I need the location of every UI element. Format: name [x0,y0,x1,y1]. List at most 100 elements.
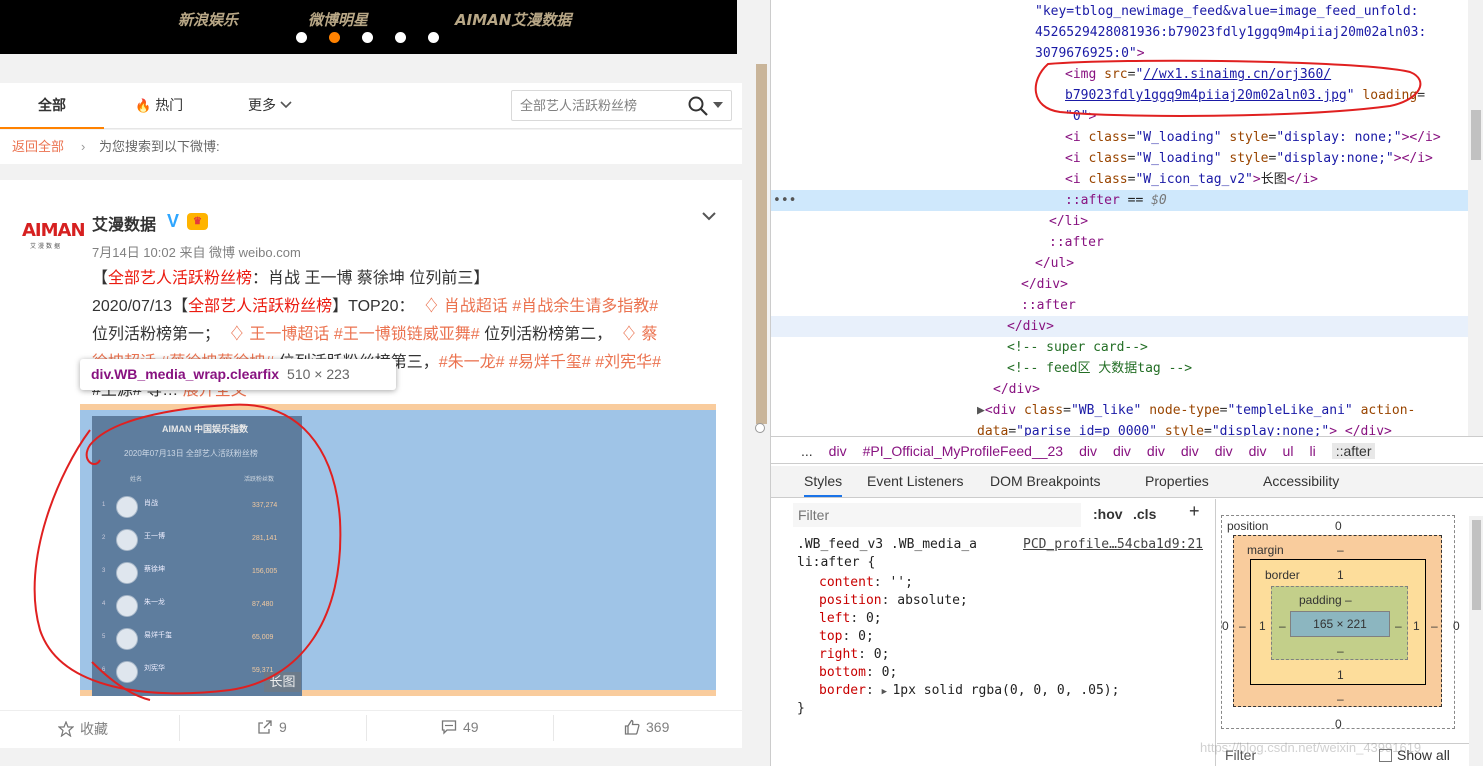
topic-link[interactable]: ♢ 肖战超话 [423,298,507,315]
breadcrumb-item[interactable]: ... [801,443,813,459]
styles-scrollbar[interactable] [1469,516,1483,766]
position-top-value[interactable]: 0 [1335,519,1342,533]
topic-link[interactable]: ♢ 蔡 [621,326,657,343]
dom-node-line[interactable]: 4526529428081936:b79023fdly1ggq9m4piiaj2… [771,22,1468,43]
position-left-value[interactable]: 0 [1222,619,1229,633]
breadcrumb-item[interactable]: div [829,443,847,459]
tab-event-listeners[interactable]: Event Listeners [867,466,964,497]
selected-node-line[interactable]: ::after == $0 [771,190,1468,211]
comment-button[interactable]: 49 [441,719,479,735]
forward-button[interactable]: 9 [257,719,287,735]
post-menu-chevron-icon[interactable] [701,208,717,224]
padding-right-value[interactable]: – [1395,619,1402,633]
dom-node-line[interactable]: <img src="//wx1.sinaimg.cn/orj360/ [771,64,1468,85]
top-banner[interactable]: 新浪娱乐 微博明星 AIMAN艾漫数据 [0,0,737,54]
dom-node-line[interactable]: b79023fdly1ggq9m4piiaj20m02aln03.jpg" lo… [771,85,1468,106]
carousel-dot[interactable] [428,32,439,43]
breadcrumb-item[interactable]: #PI_Official_MyProfileFeed__23 [863,443,1064,459]
css-declaration[interactable]: position: absolute; [819,592,968,610]
dom-node-line[interactable]: 3079676925:0"> [771,43,1468,64]
tab-all[interactable]: 全部 [0,83,104,129]
breadcrumb-item[interactable]: div [1113,443,1131,459]
hashtag-link[interactable]: #朱一龙# [439,354,505,371]
like-button[interactable]: 369 [624,719,669,735]
css-declaration[interactable]: bottom: 0; [819,664,897,682]
border-top-value[interactable]: 1 [1337,568,1344,582]
dom-node-line[interactable]: <i class="W_icon_tag_v2">长图</i> [771,169,1468,190]
position-right-value[interactable]: 0 [1453,619,1460,633]
avatar[interactable]: AIMAN 艾漫数据 [22,220,86,250]
tab-accessibility[interactable]: Accessibility [1263,466,1339,497]
dom-node-line[interactable]: </div> [771,274,1468,295]
scroll-thumb[interactable] [1471,110,1481,160]
elements-tree[interactable]: "key=tblog_newimage_feed&value=image_fee… [771,0,1468,439]
breadcrumb-item[interactable]: div [1181,443,1199,459]
carousel-dot-active[interactable] [329,32,340,43]
margin-top-value[interactable]: – [1337,543,1344,557]
ellipsis-icon[interactable]: ••• [773,190,796,211]
favorite-button[interactable]: 收藏 [58,719,108,739]
rule-source-link[interactable]: PCD_profile…54cba1d9:21 [1023,536,1203,554]
scroll-knob[interactable] [755,423,765,433]
breadcrumb-item[interactable]: div [1249,443,1267,459]
rule-selector[interactable]: .WB_feed_v3 .WB_media_a [797,536,977,554]
keyword-link[interactable]: 全部艺人活跃粉丝榜 [108,270,252,287]
search-dropdown-icon[interactable] [713,102,723,108]
dom-node-line[interactable]: </div> [771,316,1468,337]
css-declaration[interactable]: right: 0; [819,646,889,664]
dom-node-line[interactable]: </li> [771,211,1468,232]
dom-node-line[interactable]: <i class="W_loading" style="display:none… [771,148,1468,169]
dom-node-line[interactable]: ::after [771,232,1468,253]
add-rule-button[interactable]: + [1189,501,1200,522]
margin-right-value[interactable]: – [1431,619,1438,633]
dom-node-line[interactable]: <!-- super card--> [771,337,1468,358]
tab-more[interactable]: 更多 [248,83,292,129]
tab-hot[interactable]: 🔥 热门 [135,83,183,129]
breadcrumb-item[interactable]: ::after [1331,443,1376,459]
expand-arrow-icon[interactable]: ▶ [882,687,893,697]
hover-state-button[interactable]: :hov [1093,506,1123,522]
breadcrumb-item[interactable]: div [1215,443,1233,459]
box-content[interactable]: 165 × 221 [1290,611,1390,637]
hashtag-link[interactable]: #肖战余生请多指教# [512,298,658,315]
padding-left-value[interactable]: – [1279,619,1286,633]
dom-node-line[interactable]: ::after [771,295,1468,316]
dom-node-line[interactable]: "key=tblog_newimage_feed&value=image_fee… [771,1,1468,22]
class-toggle-button[interactable]: .cls [1133,506,1156,522]
back-to-all-link[interactable]: 返回全部 [12,130,64,164]
dom-node-line[interactable]: <i class="W_loading" style="display: non… [771,127,1468,148]
breadcrumb-item[interactable]: li [1309,443,1315,459]
dom-node-line[interactable]: ▶<div class="WB_like" node-type="templeL… [771,400,1468,421]
padding-bottom-value[interactable]: – [1337,644,1344,658]
elements-scrollbar[interactable] [1468,0,1483,436]
dom-node-line[interactable]: </ul> [771,253,1468,274]
breadcrumb-item[interactable]: div [1079,443,1097,459]
search-icon[interactable] [687,95,709,117]
hashtag-link[interactable]: #易烊千玺# [509,354,591,371]
keyword-link[interactable]: 全部艺人活跃粉丝榜 [188,298,332,315]
border-bottom-value[interactable]: 1 [1337,668,1344,682]
search-input[interactable] [520,97,670,112]
tab-styles[interactable]: Styles [804,466,843,497]
margin-left-value[interactable]: – [1239,619,1246,633]
hashtag-link[interactable]: #王一博锁链威亚舞# [334,326,480,343]
topic-link[interactable]: ♢ 王一博超话 [229,326,329,343]
css-declaration[interactable]: border: ▶ 1px solid rgba(0, 0, 0, .05); [819,682,1119,701]
long-image-thumbnail[interactable]: AIMAN 中国娱乐指数 2020年07月13日 全部艺人活跃粉丝榜 姓名 活跃… [92,416,302,696]
styles-filter-input[interactable] [793,503,1081,527]
css-declaration[interactable]: top: 0; [819,628,874,646]
username[interactable]: 艾漫数据 [92,211,156,235]
css-declaration[interactable]: content: ''; [819,574,913,592]
tab-properties[interactable]: Properties [1145,466,1209,497]
scroll-thumb[interactable] [1472,520,1481,610]
search-box[interactable] [511,90,732,121]
carousel-dot[interactable] [362,32,373,43]
breadcrumb-item[interactable]: ul [1283,443,1294,459]
dom-node-line[interactable]: <!-- feed区 大数据tag --> [771,358,1468,379]
border-left-value[interactable]: 1 [1259,619,1266,633]
position-bottom-value[interactable]: 0 [1335,717,1342,731]
carousel-dot[interactable] [395,32,406,43]
margin-bottom-value[interactable]: – [1337,692,1344,706]
breadcrumb-item[interactable]: div [1147,443,1165,459]
hashtag-link[interactable]: #刘宪华# [595,354,661,371]
